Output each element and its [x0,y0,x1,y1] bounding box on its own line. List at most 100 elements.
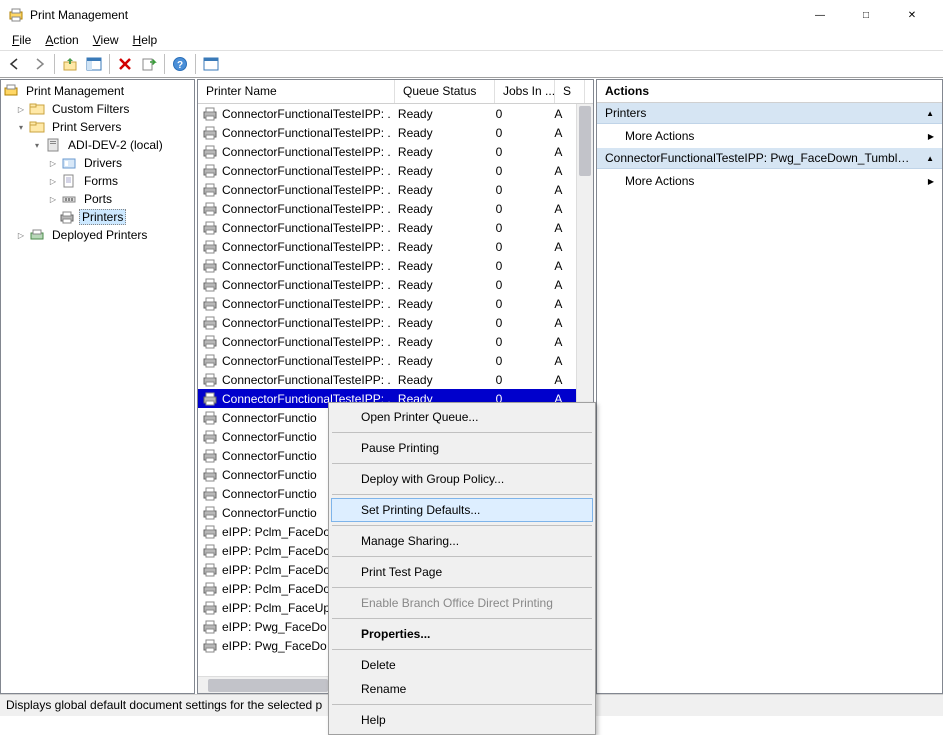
scrollbar-thumb[interactable] [579,106,591,176]
printer-row[interactable]: ConnectorFunctionalTesteIPP: ...Ready0A [198,180,576,199]
column-jobs[interactable]: Jobs In ... [495,80,555,103]
queue-status-text: Ready [390,221,488,235]
printer-row[interactable]: ConnectorFunctionalTesteIPP: ...Ready0A [198,237,576,256]
tree-custom-filters[interactable]: ▷ Custom Filters [1,100,194,118]
print-management-icon [3,83,19,99]
printer-row[interactable]: ConnectorFunctionalTesteIPP: ...Ready0A [198,256,576,275]
expand-icon[interactable]: ▷ [47,175,59,187]
collapse-icon[interactable]: ▾ [31,139,43,151]
cm-print-test-page[interactable]: Print Test Page [331,560,593,584]
actions-printers-section[interactable]: Printers ▲ [597,103,942,124]
expand-icon[interactable]: ▷ [15,229,27,241]
menu-help[interactable]: Help [127,31,164,49]
printer-row[interactable]: ConnectorFunctionalTesteIPP: ...Ready0A [198,332,576,351]
toolbar-separator [195,54,196,74]
help-button[interactable]: ? [169,53,191,75]
tree-drivers[interactable]: ▷ Drivers [1,154,194,172]
column-queue-status[interactable]: Queue Status [395,80,495,103]
toolbar-separator [54,54,55,74]
printer-name-text: ConnectorFunctionalTesteIPP: ... [222,354,390,368]
printer-row[interactable]: ConnectorFunctionalTesteIPP: ...Ready0A [198,104,576,123]
jobs-count-text: 0 [488,164,547,178]
show-hide-tree-button[interactable] [83,53,105,75]
deployed-icon [29,227,45,243]
printer-row[interactable]: ConnectorFunctionalTesteIPP: ...Ready0A [198,161,576,180]
app-icon [8,7,24,23]
printer-row[interactable]: ConnectorFunctionalTesteIPP: ...Ready0A [198,218,576,237]
printer-icon [202,449,218,463]
queue-status-text: Ready [390,107,488,121]
printer-row[interactable]: ConnectorFunctionalTesteIPP: ...Ready0A [198,199,576,218]
printer-row[interactable]: ConnectorFunctionalTesteIPP: ...Ready0A [198,351,576,370]
cm-properties[interactable]: Properties... [331,622,593,646]
close-button[interactable]: ✕ [889,0,935,30]
scrollbar-thumb[interactable] [208,679,328,692]
minimize-button[interactable]: ― [797,0,843,30]
maximize-button[interactable]: □ [843,0,889,30]
cm-deploy-group-policy[interactable]: Deploy with Group Policy... [331,467,593,491]
printer-name-text: ConnectorFunctionalTesteIPP: ... [222,240,390,254]
printer-row[interactable]: ConnectorFunctionalTesteIPP: ...Ready0A [198,275,576,294]
export-button[interactable] [138,53,160,75]
cm-manage-sharing[interactable]: Manage Sharing... [331,529,593,553]
collapse-icon[interactable]: ▾ [15,121,27,133]
printer-row[interactable]: ConnectorFunctionalTesteIPP: ...Ready0A [198,294,576,313]
column-extra[interactable]: S [555,80,585,103]
cm-rename[interactable]: Rename [331,677,593,701]
tree-panel: Print Management ▷ Custom Filters ▾ Prin… [0,79,195,694]
jobs-count-text: 0 [488,126,547,140]
printer-name-text: ConnectorFunctio [222,506,317,520]
delete-button[interactable] [114,53,136,75]
context-menu-separator [332,556,592,557]
expand-icon[interactable]: ▷ [47,157,59,169]
up-button[interactable] [59,53,81,75]
extra-text: A [546,183,576,197]
cm-set-printing-defaults[interactable]: Set Printing Defaults... [331,498,593,522]
submenu-arrow-icon: ▶ [928,132,934,141]
back-button[interactable] [4,53,26,75]
menu-view[interactable]: View [87,31,125,49]
cm-delete[interactable]: Delete [331,653,593,677]
cm-help[interactable]: Help [331,708,593,732]
tree-server-node[interactable]: ▾ ADI-DEV-2 (local) [1,136,194,154]
printer-icon [202,525,218,539]
printer-name-text: ConnectorFunctionalTesteIPP: ... [222,126,390,140]
printer-name-text: ConnectorFunctionalTesteIPP: ... [222,335,390,349]
jobs-count-text: 0 [488,297,547,311]
extra-text: A [546,221,576,235]
column-printer-name[interactable]: Printer Name [198,80,395,103]
expand-icon[interactable]: ▷ [47,193,59,205]
printer-icon [202,430,218,444]
cm-open-printer-queue[interactable]: Open Printer Queue... [331,405,593,429]
actions-selected-printer-section[interactable]: ConnectorFunctionalTesteIPP: Pwg_FaceDow… [597,148,942,169]
actions-more-actions-2[interactable]: More Actions ▶ [597,169,942,193]
expand-icon[interactable]: ▷ [15,103,27,115]
view-button[interactable] [200,53,222,75]
printer-icon [202,544,218,558]
tree-forms[interactable]: ▷ Forms [1,172,194,190]
printer-row[interactable]: ConnectorFunctionalTesteIPP: ...Ready0A [198,313,576,332]
forward-button[interactable] [28,53,50,75]
menu-action[interactable]: Action [39,31,84,49]
tree-root[interactable]: Print Management [1,82,194,100]
cm-pause-printing[interactable]: Pause Printing [331,436,593,460]
printer-name-text: ConnectorFunctio [222,449,317,463]
toolbar-separator [164,54,165,74]
tree-deployed-printers[interactable]: ▷ Deployed Printers [1,226,194,244]
printer-row[interactable]: ConnectorFunctionalTesteIPP: ...Ready0A [198,123,576,142]
tree-print-servers[interactable]: ▾ Print Servers [1,118,194,136]
printer-name-text: eIPP: Pclm_FaceDo [222,525,330,539]
tree-printers[interactable]: Printers [1,208,194,226]
svg-text:?: ? [177,60,183,71]
actions-more-actions-1[interactable]: More Actions ▶ [597,124,942,148]
printer-row[interactable]: ConnectorFunctionalTesteIPP: ...Ready0A [198,142,576,161]
printer-icon [202,373,218,387]
printer-icon [202,487,218,501]
printer-row[interactable]: ConnectorFunctionalTesteIPP: ...Ready0A [198,370,576,389]
printer-name-text: ConnectorFunctionalTesteIPP: ... [222,145,390,159]
printer-icon [202,354,218,368]
extra-text: A [546,107,576,121]
tree-ports[interactable]: ▷ Ports [1,190,194,208]
menu-file[interactable]: File [6,31,37,49]
jobs-count-text: 0 [488,278,547,292]
